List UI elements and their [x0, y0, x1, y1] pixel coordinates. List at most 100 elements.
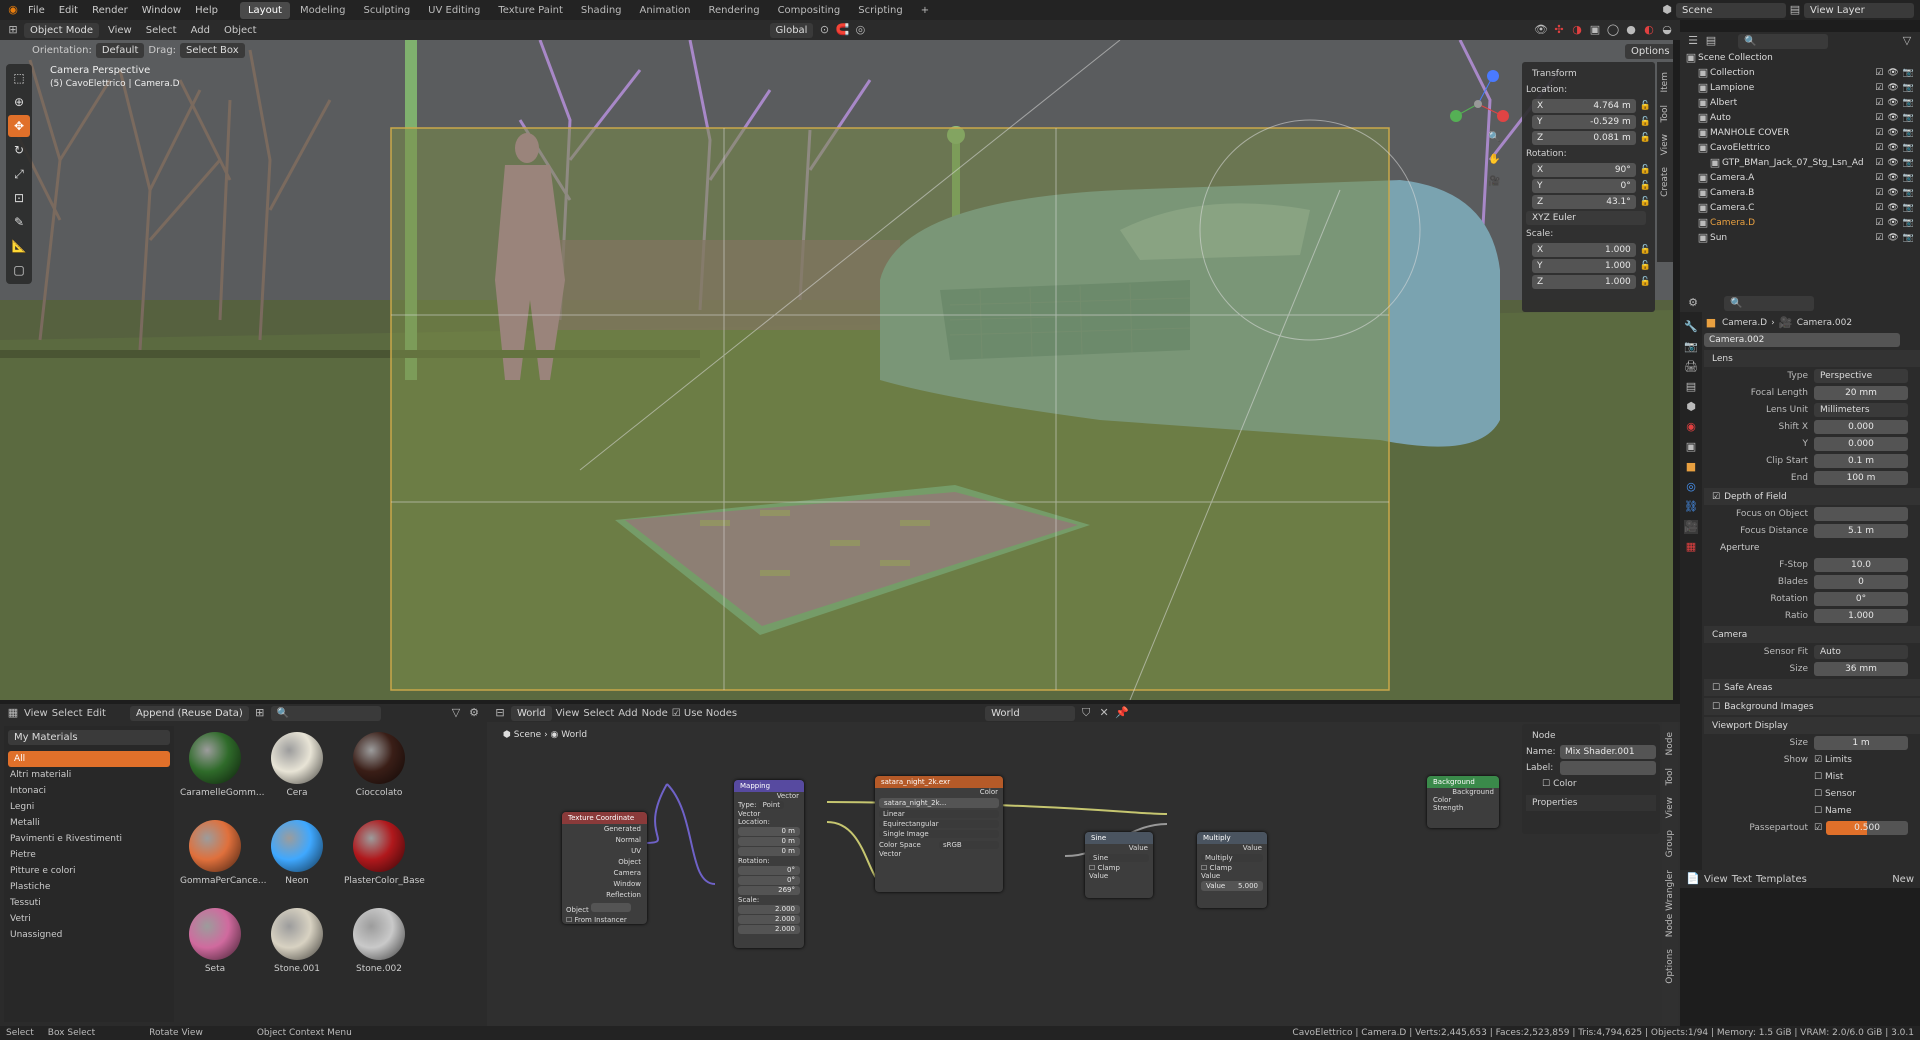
node-tab-node[interactable]: Node [1665, 728, 1675, 760]
drag-select[interactable]: Select Box [180, 42, 245, 58]
overlay-icon[interactable]: ◑ [1570, 23, 1584, 37]
outliner-item[interactable]: ▣ Camera.D ☑ 👁 📷 [1680, 215, 1920, 230]
tab-sculpting[interactable]: Sculpting [355, 2, 418, 19]
camera-render-icon[interactable]: 📷 [1903, 218, 1914, 228]
camera-render-icon[interactable]: 📷 [1903, 98, 1914, 108]
asset-menu-select[interactable]: Select [52, 708, 83, 719]
multiply-value[interactable]: Value 5.000 [1201, 881, 1263, 891]
lens-type[interactable]: Perspective [1814, 368, 1908, 383]
tab-shading[interactable]: Shading [573, 2, 630, 19]
visibility-icon[interactable]: 👁 [1534, 23, 1548, 37]
aperture-subsection[interactable]: Aperture [1704, 539, 1920, 556]
exclude-checkbox[interactable]: ☑ [1875, 233, 1883, 243]
eye-icon[interactable]: 👁 [1887, 113, 1898, 123]
npanel-tab-create[interactable]: Create [1660, 163, 1670, 201]
outliner-item[interactable]: ▣ Auto ☑ 👁 📷 [1680, 110, 1920, 125]
world-tab-icon[interactable]: ◉ [1684, 420, 1698, 434]
camera-datablock[interactable]: Camera.002 [1704, 332, 1900, 347]
display-mode-icon[interactable]: ▤ [1704, 34, 1718, 48]
multiply-operation[interactable]: Multiply [1201, 854, 1263, 862]
camera-render-icon[interactable]: 📷 [1903, 233, 1914, 243]
node-math-sine[interactable]: Sine Value Sine ☐ Clamp Value [1085, 832, 1153, 898]
node-section-title[interactable]: Node [1526, 728, 1656, 744]
exclude-checkbox[interactable]: ☑ [1875, 173, 1883, 183]
output-tab-icon[interactable]: 🖨 [1684, 360, 1698, 374]
scene-tab-icon[interactable]: ⬢ [1684, 400, 1698, 414]
outliner-item[interactable]: ▣ Camera.C ☑ 👁 📷 [1680, 200, 1920, 215]
eye-icon[interactable]: 👁 [1887, 173, 1898, 183]
snap-icon[interactable]: 🧲 [835, 23, 850, 37]
asset-menu-view[interactable]: View [24, 708, 48, 719]
scene-collection-row[interactable]: ▣ Scene Collection [1680, 50, 1920, 65]
outliner-item[interactable]: ▣ GTP_BMan_Jack_07_Stg_Lsn_Ad ☑ 👁 📷 [1680, 155, 1920, 170]
env-interpolation[interactable]: Linear [879, 810, 999, 818]
material-asset[interactable]: GommaPerCance... [180, 820, 266, 886]
view-layer-tab-icon[interactable]: ▤ [1684, 380, 1698, 394]
zoom-icon[interactable]: 🔍 [1488, 132, 1500, 143]
constraints-tab-icon[interactable]: ⛓ [1684, 500, 1698, 514]
camera-render-icon[interactable]: 📷 [1903, 83, 1914, 93]
options-dropdown[interactable]: Options [1625, 44, 1673, 59]
texcoord-output-socket[interactable]: Object [562, 857, 641, 868]
add-workspace-button[interactable]: + [913, 2, 937, 19]
material-asset[interactable]: PlasterColor_Base [344, 820, 425, 886]
clip-end[interactable]: 100 m [1814, 470, 1908, 485]
material-asset[interactable]: Stone.001 [262, 908, 332, 974]
mapping-scale-field[interactable]: 2.000 [738, 905, 800, 914]
transform-orientation[interactable]: Global [769, 22, 814, 38]
aperture-ratio[interactable]: 1.000 [1814, 608, 1908, 623]
camera-section[interactable]: Camera [1704, 626, 1920, 643]
rotation-mode[interactable]: XYZ Euler [1526, 211, 1646, 225]
exclude-checkbox[interactable]: ☑ [1875, 143, 1883, 153]
transform-tool-icon[interactable]: ⊡ [8, 187, 30, 209]
focal-length[interactable]: 20 mm [1814, 385, 1908, 400]
menu-edit[interactable]: Edit [53, 3, 84, 18]
category-item[interactable]: Altri materiali [4, 767, 174, 783]
texcoord-output-socket[interactable]: Normal [562, 835, 641, 846]
lens-section[interactable]: Lens [1704, 350, 1920, 367]
eye-icon[interactable]: 👁 [1887, 188, 1898, 198]
scale-tool-icon[interactable]: ⤢ [8, 163, 30, 185]
eye-icon[interactable]: 👁 [1887, 218, 1898, 228]
texcoord-output-socket[interactable]: UV [562, 846, 641, 857]
vp-menu-add[interactable]: Add [186, 25, 215, 36]
node-label-field[interactable] [1560, 761, 1656, 775]
outliner-item[interactable]: ▣ Lampione ☑ 👁 📷 [1680, 80, 1920, 95]
material-asset[interactable]: Cera [262, 732, 332, 798]
category-item[interactable]: Metalli [4, 815, 174, 831]
category-item[interactable]: Pietre [4, 847, 174, 863]
display-size[interactable]: 1 m [1814, 735, 1908, 750]
node-name-field[interactable]: Mix Shader.001 [1560, 745, 1656, 759]
vp-menu-select[interactable]: Select [141, 25, 182, 36]
material-asset[interactable]: Cioccolato [344, 732, 414, 798]
outliner-item[interactable]: ▣ Collection ☑ 👁 📷 [1680, 65, 1920, 80]
blender-logo-icon[interactable]: ◉ [6, 3, 20, 17]
lock-icon[interactable]: 🔓 [1640, 101, 1651, 111]
lock-icon[interactable]: 🔓 [1640, 197, 1651, 207]
exclude-checkbox[interactable]: ☑ [1875, 188, 1883, 198]
viewport-display-section[interactable]: Viewport Display [1704, 717, 1920, 734]
sensor-fit[interactable]: Auto [1814, 644, 1908, 659]
text-editor-icon[interactable]: 📄 [1686, 872, 1700, 886]
rotation-x-field[interactable]: X 90° [1532, 163, 1636, 177]
camera-data-tab-icon[interactable]: 🎥 [1684, 520, 1698, 534]
node-tab-options[interactable]: Options [1665, 945, 1675, 988]
library-selector[interactable]: My Materials [8, 730, 170, 745]
passepartout-slider[interactable]: 0.500 [1826, 820, 1908, 835]
move-tool-icon[interactable]: ✥ [8, 115, 30, 137]
select-tool-icon[interactable]: ⬚ [8, 67, 30, 89]
dof-checkbox[interactable]: ☑ [1712, 492, 1720, 502]
filter-icon[interactable]: ▽ [1900, 34, 1914, 48]
eye-icon[interactable]: 👁 [1887, 98, 1898, 108]
render-tab-icon[interactable]: 📷 [1684, 340, 1698, 354]
orientation-default[interactable]: Default [95, 42, 145, 58]
lock-icon[interactable]: 🔓 [1640, 245, 1651, 255]
rotate-tool-icon[interactable]: ↻ [8, 139, 30, 161]
node-environment-texture[interactable]: satara_night_2k.exr Color satara_night_2… [875, 776, 1003, 892]
vp-menu-view[interactable]: View [103, 25, 137, 36]
outliner-item[interactable]: ▣ Camera.A ☑ 👁 📷 [1680, 170, 1920, 185]
pivot-icon[interactable]: ⊙ [817, 23, 831, 37]
camera-render-icon[interactable]: 📷 [1903, 68, 1914, 78]
multiply-clamp-checkbox[interactable]: ☐ Clamp [1197, 864, 1267, 872]
material-asset[interactable]: CaramelleGomm... [180, 732, 264, 798]
